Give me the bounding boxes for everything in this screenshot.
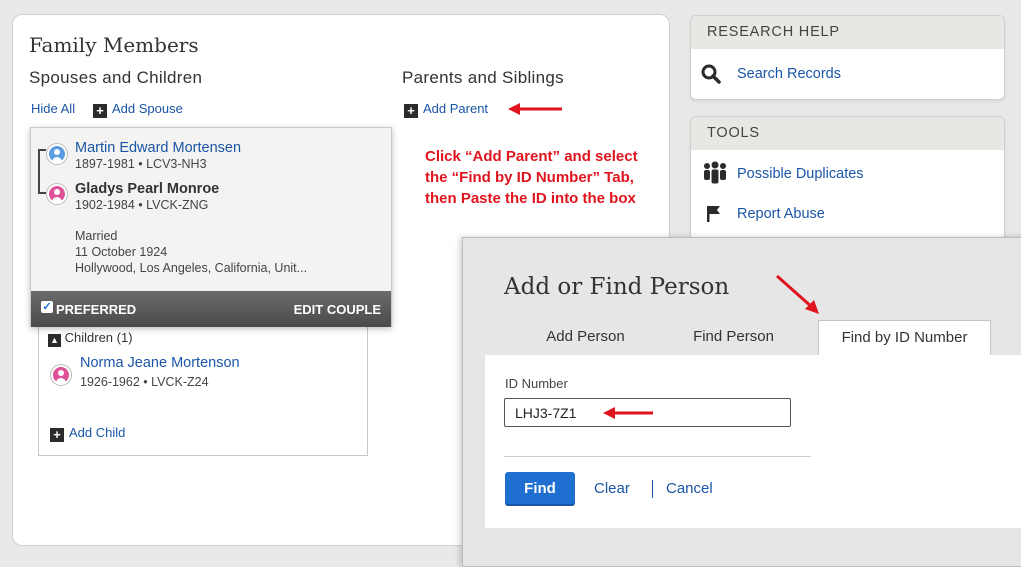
husband-name-link[interactable]: Martin Edward Mortensen	[75, 140, 241, 156]
add-spouse-label: Add Spouse	[112, 101, 183, 116]
add-find-person-dialog: Add or Find Person Add Person Find Perso…	[462, 237, 1021, 567]
couple-connector	[38, 149, 46, 194]
plus-icon: +	[93, 104, 107, 118]
tab-find-person[interactable]: Find Person	[651, 328, 816, 345]
people-group-icon	[702, 161, 728, 192]
edit-couple-button[interactable]: EDIT COUPLE	[294, 302, 381, 317]
add-parent-button[interactable]: + Add Parent	[404, 101, 488, 118]
research-help-title: RESEARCH HELP	[691, 16, 1004, 49]
clear-link[interactable]: Clear	[594, 480, 630, 497]
add-parent-label: Add Parent	[423, 101, 489, 116]
link-separator	[652, 480, 653, 498]
female-avatar-icon	[47, 184, 67, 204]
tab-add-person[interactable]: Add Person	[503, 328, 668, 345]
annotation-line-2: the “Find by ID Number” Tab,	[425, 169, 634, 186]
children-toggle[interactable]: ▲ Children (1)	[48, 330, 133, 347]
search-icon	[701, 64, 721, 89]
id-number-label: ID Number	[505, 376, 568, 391]
wife-meta: 1902-1984 • LVCK-ZNG	[75, 198, 209, 212]
family-members-title: Family Members	[29, 33, 199, 57]
marriage-place: Hollywood, Los Angeles, California, Unit…	[75, 261, 308, 275]
tools-title: TOOLS	[691, 117, 1004, 150]
add-child-button[interactable]: + Add Child	[50, 425, 125, 442]
female-avatar-icon	[51, 365, 71, 385]
report-abuse-link[interactable]: Report Abuse	[737, 206, 825, 222]
child-meta: 1926-1962 • LVCK-Z24	[80, 375, 209, 389]
research-help-box: RESEARCH HELP Search Records	[690, 15, 1005, 100]
children-label: Children	[64, 330, 114, 345]
red-arrow-icon	[603, 407, 653, 419]
child-name-link[interactable]: Norma Jeane Mortenson	[80, 355, 240, 371]
male-avatar-icon	[47, 144, 67, 164]
possible-duplicates-link[interactable]: Possible Duplicates	[737, 166, 864, 182]
wife-name[interactable]: Gladys Pearl Monroe	[75, 181, 219, 197]
annotation-line-1: Click “Add Parent” and select	[425, 148, 638, 165]
couple-card-footer: ✓ PREFERRED EDIT COUPLE	[31, 291, 391, 327]
red-arrow-icon	[776, 274, 819, 314]
flag-icon	[706, 205, 722, 228]
hide-all-link[interactable]: Hide All	[31, 101, 75, 116]
tools-box: TOOLS Possible Duplicates Report Abuse	[690, 116, 1005, 256]
dialog-title: Add or Find Person	[504, 274, 730, 300]
preferred-checkbox[interactable]: ✓	[41, 301, 53, 313]
preferred-label: PREFERRED	[56, 302, 137, 317]
add-spouse-button[interactable]: + Add Spouse	[93, 101, 183, 118]
search-records-link[interactable]: Search Records	[737, 66, 841, 82]
dialog-body: ID Number Find Clear Cancel	[485, 355, 1021, 528]
chevron-up-icon: ▲	[48, 334, 61, 347]
marriage-event: Married	[75, 229, 118, 243]
red-arrow-icon	[508, 103, 562, 115]
couple-card: Martin Edward Mortensen 1897-1981 • LCV3…	[30, 127, 392, 327]
divider	[504, 456, 811, 457]
tab-find-by-id[interactable]: Find by ID Number	[818, 320, 991, 356]
plus-icon: +	[404, 104, 418, 118]
instruction-annotation: Click “Add Parent” and select the “Find …	[425, 146, 638, 209]
plus-icon: +	[50, 428, 64, 442]
find-button[interactable]: Find	[505, 472, 575, 506]
marriage-date: 11 October 1924	[75, 245, 168, 259]
spouses-children-heading: Spouses and Children	[29, 68, 203, 87]
annotation-line-3: then Paste the ID into the box	[425, 190, 636, 207]
parents-siblings-heading: Parents and Siblings	[402, 68, 564, 87]
cancel-link[interactable]: Cancel	[666, 480, 713, 497]
husband-meta: 1897-1981 • LCV3-NH3	[75, 157, 207, 171]
add-child-label: Add Child	[69, 425, 126, 440]
children-count: (1)	[116, 330, 133, 345]
